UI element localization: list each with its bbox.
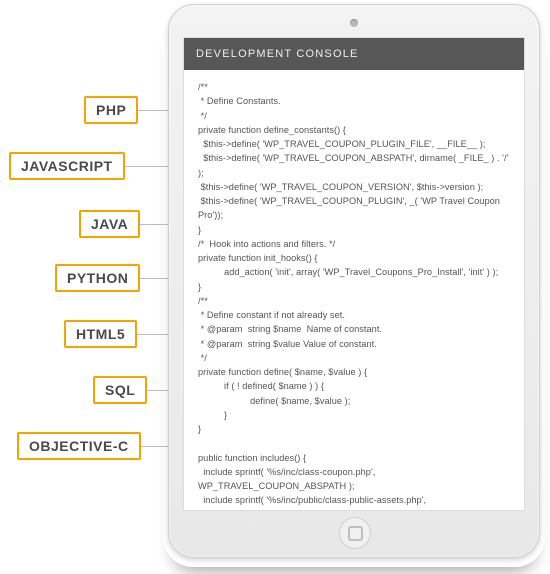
tag-connector (135, 110, 170, 111)
tag-connector (138, 446, 170, 447)
lang-tag-objective-c: OBJECTIVE-C (17, 432, 141, 460)
tablet-screen: DEVELOPMENT CONSOLE /** * Define Constan… (183, 37, 525, 511)
lang-tag-sql: SQL (93, 376, 147, 404)
lang-tag-java: JAVA (79, 210, 140, 238)
lang-tag-php: PHP (84, 96, 138, 124)
tag-connector (118, 166, 170, 167)
tablet-frame: DEVELOPMENT CONSOLE /** * Define Constan… (168, 4, 540, 558)
lang-tag-html5: HTML5 (64, 320, 137, 348)
tag-connector (136, 334, 170, 335)
home-button-icon (348, 526, 363, 541)
home-button[interactable] (339, 517, 371, 549)
console-title: DEVELOPMENT CONSOLE (184, 38, 524, 70)
lang-tag-python: PYTHON (55, 264, 140, 292)
camera-icon (350, 19, 358, 27)
tag-connector (136, 278, 170, 279)
code-content: /** * Define Constants. */ private funct… (184, 70, 524, 511)
lang-tag-javascript: JAVASCRIPT (9, 152, 125, 180)
